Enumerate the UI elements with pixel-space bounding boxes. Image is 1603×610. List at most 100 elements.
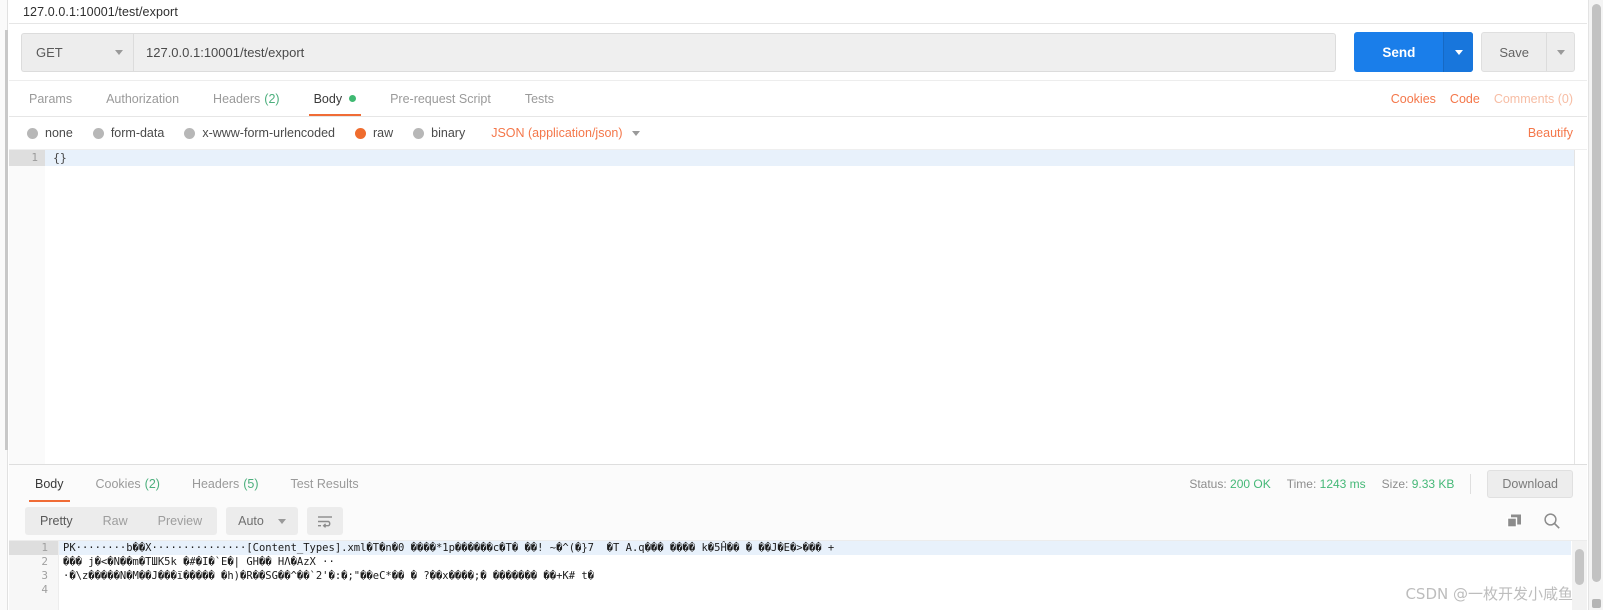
response-body-scrollbar-thumb[interactable] [1575, 549, 1584, 585]
tab-headers-label: Headers [213, 91, 261, 106]
response-body-viewer[interactable]: 1 2 3 4 PK········b��X···············[Co… [9, 540, 1587, 610]
body-type-binary[interactable]: binary [413, 126, 465, 140]
save-button-label: Save [1499, 44, 1529, 60]
body-type-binary-label: binary [431, 126, 466, 140]
response-toolbar-actions [1506, 512, 1587, 530]
tab-tests[interactable]: Tests [508, 81, 571, 116]
response-line-number: 3 [41, 569, 48, 582]
tab-authorization-label: Authorization [106, 91, 180, 106]
tab-pre-request-script[interactable]: Pre-request Script [373, 81, 508, 116]
response-line-number: 4 [41, 583, 48, 596]
tab-params[interactable]: Params [23, 81, 89, 116]
window-scrollbar[interactable] [1588, 0, 1603, 610]
comments-link[interactable]: Comments (0) [1494, 92, 1573, 106]
tab-pre-request-script-label: Pre-request Script [390, 91, 491, 106]
response-tab-body[interactable]: Body [19, 465, 80, 502]
tab-body-label: Body [313, 91, 343, 106]
chevron-down-icon [115, 49, 123, 55]
body-type-none[interactable]: none [27, 126, 73, 140]
body-type-form-data[interactable]: form-data [92, 126, 164, 140]
window-scrollbar-thumb[interactable] [1592, 4, 1601, 582]
response-language-label: Auto [238, 514, 264, 528]
divider [1470, 473, 1472, 494]
status-badge: Status: 200 OK [1189, 477, 1270, 491]
cookies-link[interactable]: Cookies [1391, 92, 1436, 106]
radio-icon [184, 127, 196, 139]
copy-button[interactable] [1506, 513, 1523, 530]
scroll-down-arrow-icon[interactable] [1592, 599, 1601, 608]
url-bar: GET 127.0.0.1:10001/test/export Send Sav… [9, 24, 1587, 81]
response-tab-headers[interactable]: Headers (5) [176, 465, 275, 502]
chevron-down-icon [1454, 49, 1463, 55]
response-tab-body-label: Body [35, 476, 64, 491]
chevron-down-icon [277, 518, 286, 524]
request-tabs-actions: Cookies Code Comments (0) [1391, 81, 1587, 116]
save-button[interactable]: Save [1481, 32, 1575, 72]
send-button-label: Send [1382, 44, 1416, 60]
response-pane: Body Cookies (2) Headers (5) Test Result… [9, 465, 1587, 610]
body-type-urlencoded-label: x-www-form-urlencoded [202, 126, 335, 140]
response-tabs: Body Cookies (2) Headers (5) Test Result… [9, 465, 1587, 502]
response-tab-headers-label: Headers [191, 476, 240, 491]
beautify-button[interactable]: Beautify [1528, 126, 1587, 140]
response-language-select[interactable]: Auto [226, 507, 298, 535]
response-body-line: ·�\z�����N�M��J���ï����� �h)�R��SG��^��`… [63, 570, 595, 582]
response-tab-headers-count: (5) [243, 476, 259, 491]
body-present-indicator-icon [349, 95, 357, 102]
response-body-scrollbar[interactable] [1572, 541, 1587, 610]
tab-authorization[interactable]: Authorization [89, 81, 196, 116]
chevron-down-icon [1556, 49, 1565, 55]
body-type-raw-label: raw [373, 126, 394, 140]
radio-selected-icon [355, 127, 366, 139]
request-tab-title[interactable]: 127.0.0.1:10001/test/export [23, 5, 178, 19]
send-button[interactable]: Send [1354, 32, 1474, 72]
response-body-line [59, 583, 1571, 597]
main-content: 127.0.0.1:10001/test/export GET 127.0.0.… [9, 0, 1587, 610]
code-link[interactable]: Code [1450, 92, 1480, 106]
chevron-down-icon [631, 130, 640, 136]
http-method-select[interactable]: GET [21, 32, 133, 72]
response-tab-cookies[interactable]: Cookies (2) [80, 465, 176, 502]
url-input[interactable]: 127.0.0.1:10001/test/export [133, 32, 1337, 72]
radio-icon [413, 127, 425, 139]
tab-params-label: Params [29, 91, 73, 106]
response-body-line: ��� j�<�N��m�ТШK5k �#�I�`E�| GH�� HΛ�AzX… [63, 556, 335, 568]
response-gutter: 1 2 3 4 [9, 541, 59, 610]
body-type-selector: none form-data x-www-form-urlencoded raw… [9, 117, 1587, 149]
response-tab-test-results[interactable]: Test Results [274, 465, 374, 502]
response-tab-test-results-label: Test Results [290, 476, 359, 491]
time-value: 1243 ms [1319, 476, 1366, 491]
save-options-button[interactable] [1546, 33, 1574, 71]
tab-tests-label: Tests [524, 91, 554, 106]
body-type-none-label: none [45, 126, 73, 140]
response-line-number: 2 [41, 555, 48, 568]
response-body-lines: PK········b��X···············[Content_Ty… [59, 541, 1571, 610]
word-wrap-button[interactable] [306, 507, 343, 535]
tab-headers-count: (2) [264, 91, 280, 106]
download-button[interactable]: Download [1487, 469, 1573, 498]
search-button[interactable] [1543, 512, 1561, 530]
body-type-urlencoded[interactable]: x-www-form-urlencoded [184, 126, 335, 140]
request-body-editor[interactable]: 1 {} [9, 149, 1587, 464]
size-label: Size: [1381, 476, 1409, 491]
view-mode-raw[interactable]: Raw [88, 507, 143, 535]
content-type-select[interactable]: JSON (application/json) [491, 126, 640, 140]
copy-icon [1506, 514, 1521, 528]
editor-border [9, 150, 1575, 464]
body-type-raw[interactable]: raw [355, 126, 393, 140]
radio-icon [92, 127, 104, 139]
word-wrap-icon [317, 516, 332, 528]
response-line-number: 1 [9, 541, 58, 555]
left-rail-scrollbar[interactable] [5, 30, 8, 450]
left-rail [0, 0, 8, 610]
radio-icon [27, 127, 38, 139]
send-options-button[interactable] [1443, 32, 1474, 72]
editor-line-text[interactable]: {} [53, 150, 67, 166]
time-badge: Time: 1243 ms [1287, 477, 1366, 491]
search-icon [1544, 513, 1560, 529]
tab-body[interactable]: Body [297, 81, 374, 116]
view-mode-pretty[interactable]: Pretty [25, 507, 88, 535]
view-mode-preview[interactable]: Preview [143, 507, 217, 535]
editor-gutter: 1 [9, 150, 45, 464]
tab-headers[interactable]: Headers (2) [196, 81, 297, 116]
